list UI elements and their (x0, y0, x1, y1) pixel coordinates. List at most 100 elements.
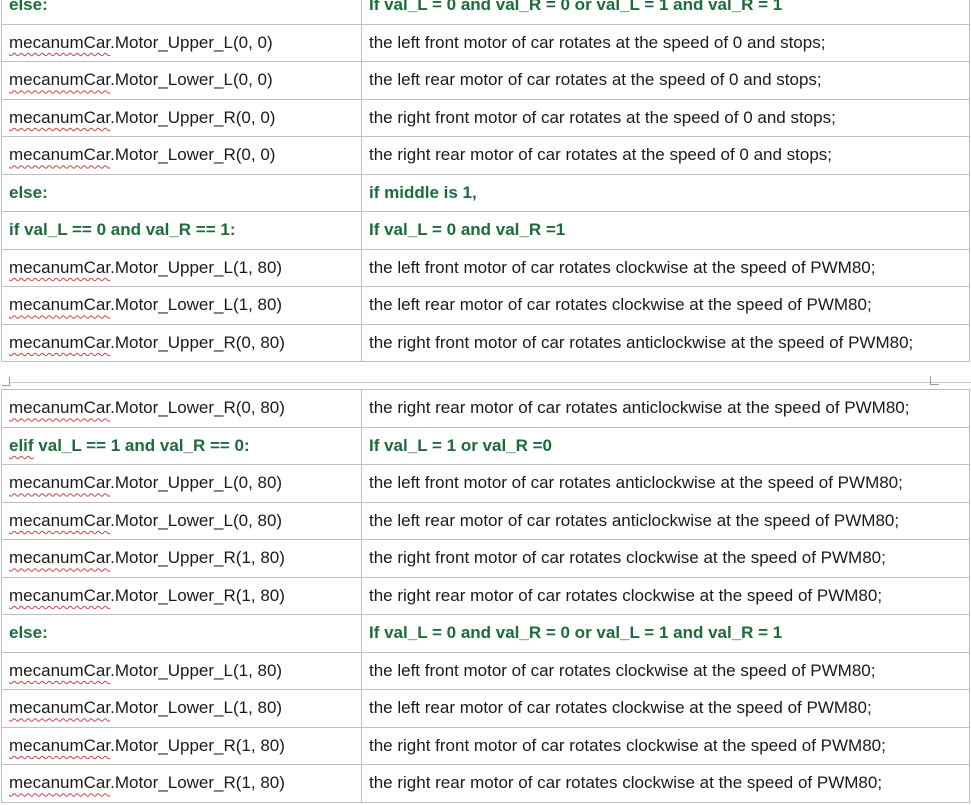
code-text-rest: .Motor_Lower_L(1, 80) (110, 295, 283, 315)
description-cell: the left front motor of car rotates cloc… (361, 248, 970, 287)
page-corner-mark-left (2, 377, 10, 386)
page-break-line (10, 382, 971, 383)
table-row: mecanumCar.Motor_Upper_L(1, 80) the left … (1, 651, 970, 690)
page-corner-mark-right (930, 376, 939, 385)
spellcheck-underlined-word: mecanumCar (9, 698, 111, 718)
spellcheck-underlined-word: mecanumCar (9, 70, 111, 90)
spellcheck-underlined-word: mecanumCar (9, 145, 111, 165)
spellcheck-underlined-word: mecanumCar (9, 548, 111, 568)
table-row: else: if middle is 1, (1, 173, 970, 212)
code-text-rest: .Motor_Upper_L(1, 80) (110, 257, 283, 277)
table-row: if val_L == 0 and val_R == 1: If val_L = … (1, 211, 970, 250)
code-cell: mecanumCar.Motor_Lower_R(0, 80) (1, 389, 362, 428)
code-cell: mecanumCar.Motor_Upper_L(0, 0) (1, 23, 362, 62)
code-cell: mecanumCar.Motor_Lower_R(1, 80) (1, 764, 362, 803)
spellcheck-underlined-word: mecanumCar (9, 257, 111, 277)
code-text-rest: .Motor_Lower_R(1, 80) (110, 773, 285, 793)
table-row: mecanumCar.Motor_Upper_L(1, 80) the left … (1, 248, 970, 287)
code-table-page-2: mecanumCar.Motor_Lower_R(0, 80) the right… (1, 389, 970, 803)
code-text-rest: .Motor_Lower_L(1, 80) (110, 698, 283, 718)
table-row: mecanumCar.Motor_Lower_R(0, 80) the right… (1, 389, 970, 428)
code-cell: mecanumCar.Motor_Upper_R(1, 80) (1, 726, 362, 765)
code-cell: mecanumCar.Motor_Lower_L(1, 80) (1, 286, 362, 325)
table-row: mecanumCar.Motor_Lower_R(0, 0) the right … (1, 136, 970, 175)
code-text-rest: .Motor_Upper_R(1, 80) (110, 735, 285, 755)
code-table-page-1: else: If val_L = 0 and val_R = 0 or val_L… (1, 0, 970, 362)
table-row: mecanumCar.Motor_Upper_L(0, 80) the left … (1, 464, 970, 503)
table-row: mecanumCar.Motor_Upper_L(0, 0) the left f… (1, 23, 970, 62)
description-cell: the right rear motor of car rotates anti… (361, 389, 970, 428)
table-row: mecanumCar.Motor_Lower_R(1, 80) the right… (1, 764, 970, 803)
code-text-rest: .Motor_Upper_L(0, 0) (110, 32, 273, 52)
description-cell: If val_L = 0 and val_R = 0 or val_L = 1 … (361, 0, 970, 25)
spellcheck-underlined-word: mecanumCar (9, 332, 111, 352)
code-cell: mecanumCar.Motor_Lower_L(1, 80) (1, 689, 362, 728)
table-row: mecanumCar.Motor_Lower_L(0, 80) the left … (1, 501, 970, 540)
spellcheck-underlined-word: mecanumCar (9, 473, 111, 493)
code-cell: mecanumCar.Motor_Lower_L(0, 0) (1, 61, 362, 100)
description-cell: If val_L = 1 or val_R =0 (361, 426, 970, 465)
description-cell: the right front motor of car rotates ant… (361, 323, 970, 362)
spellcheck-underlined-word: mecanumCar (9, 660, 111, 680)
code-cell: mecanumCar.Motor_Lower_L(0, 80) (1, 501, 362, 540)
code-text-rest: .Motor_Lower_L(0, 0) (110, 70, 273, 90)
table-row: mecanumCar.Motor_Upper_R(1, 80) the right… (1, 726, 970, 765)
table-row: mecanumCar.Motor_Lower_L(1, 80) the left … (1, 689, 970, 728)
code-cell: else: (1, 0, 362, 25)
description-cell: the right rear motor of car rotates cloc… (361, 576, 970, 615)
description-cell: the left rear motor of car rotates clock… (361, 286, 970, 325)
spellcheck-underlined-word: mecanumCar (9, 398, 111, 418)
code-text-rest: .Motor_Upper_R(0, 0) (110, 107, 276, 127)
code-cell: mecanumCar.Motor_Upper_L(1, 80) (1, 651, 362, 690)
table-body-top: else: If val_L = 0 and val_R = 0 or val_L… (1, 0, 970, 362)
table-row: mecanumCar.Motor_Lower_L(0, 0) the left r… (1, 61, 970, 100)
spellcheck-underlined-word: mecanumCar (9, 295, 111, 315)
description-cell: the left rear motor of car rotates antic… (361, 501, 970, 540)
code-text-rest: .Motor_Upper_L(0, 80) (110, 473, 283, 493)
code-text-rest: .Motor_Lower_R(1, 80) (110, 585, 285, 605)
table-row: elif val_L == 1 and val_R == 0: If val_L … (1, 426, 970, 465)
code-text-rest: .Motor_Upper_R(0, 80) (110, 332, 285, 352)
code-cell: mecanumCar.Motor_Lower_R(0, 0) (1, 136, 362, 175)
description-cell: the left rear motor of car rotates clock… (361, 689, 970, 728)
code-cell: mecanumCar.Motor_Lower_R(1, 80) (1, 576, 362, 615)
description-cell: the right front motor of car rotates clo… (361, 539, 970, 578)
table-body-bottom: mecanumCar.Motor_Lower_R(0, 80) the right… (1, 389, 970, 803)
spellcheck-underlined-word: mecanumCar (9, 735, 111, 755)
description-cell: If val_L = 0 and val_R =1 (361, 211, 970, 250)
description-cell: the left front motor of car rotates anti… (361, 464, 970, 503)
table-row: mecanumCar.Motor_Upper_R(0, 80) the right… (1, 323, 970, 362)
code-cell: mecanumCar.Motor_Upper_L(1, 80) (1, 248, 362, 287)
code-cell: mecanumCar.Motor_Upper_R(0, 0) (1, 98, 362, 137)
code-text-rest: val_L == 1 and val_R == 0: (33, 435, 250, 455)
table-row: else: If val_L = 0 and val_R = 0 or val_L… (1, 614, 970, 653)
spellcheck-underlined-word: mecanumCar (9, 773, 111, 793)
table-row: mecanumCar.Motor_Upper_R(0, 0) the right … (1, 98, 970, 137)
code-text-rest: .Motor_Lower_R(0, 0) (110, 145, 276, 165)
description-cell: the right rear motor of car rotates cloc… (361, 764, 970, 803)
spellcheck-underlined-word: mecanumCar (9, 107, 111, 127)
table-row: mecanumCar.Motor_Lower_L(1, 80) the left … (1, 286, 970, 325)
spellcheck-underlined-word: elif (9, 435, 34, 455)
spellcheck-underlined-word: mecanumCar (9, 32, 111, 52)
code-text-rest: .Motor_Lower_L(0, 80) (110, 510, 283, 530)
description-cell: the right front motor of car rotates clo… (361, 726, 970, 765)
code-text-rest: .Motor_Upper_R(1, 80) (110, 548, 285, 568)
table-row: mecanumCar.Motor_Lower_R(1, 80) the right… (1, 576, 970, 615)
description-cell: if middle is 1, (361, 173, 970, 212)
table-row: else: If val_L = 0 and val_R = 0 or val_L… (1, 0, 970, 25)
code-text-rest: .Motor_Upper_L(1, 80) (110, 660, 283, 680)
code-cell: mecanumCar.Motor_Upper_R(1, 80) (1, 539, 362, 578)
code-cell: if val_L == 0 and val_R == 1: (1, 211, 362, 250)
description-cell: the left front motor of car rotates at t… (361, 23, 970, 62)
description-cell: the left rear motor of car rotates at th… (361, 61, 970, 100)
spellcheck-underlined-word: mecanumCar (9, 510, 111, 530)
description-cell: the right front motor of car rotates at … (361, 98, 970, 137)
description-cell: the right rear motor of car rotates at t… (361, 136, 970, 175)
page-break-gap (0, 363, 971, 389)
description-cell: the left front motor of car rotates cloc… (361, 651, 970, 690)
description-cell: If val_L = 0 and val_R = 0 or val_L = 1 … (361, 614, 970, 653)
code-cell: else: (1, 614, 362, 653)
table-row: mecanumCar.Motor_Upper_R(1, 80) the right… (1, 539, 970, 578)
code-cell: mecanumCar.Motor_Upper_L(0, 80) (1, 464, 362, 503)
